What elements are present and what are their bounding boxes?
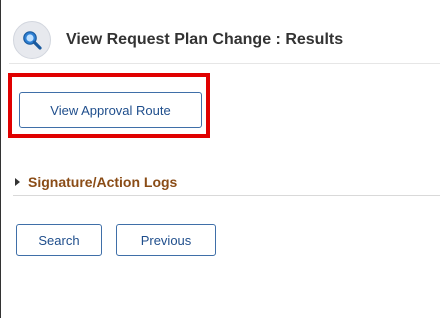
page-frame: View Request Plan Change : Results View … xyxy=(0,0,440,318)
caret-right-icon xyxy=(15,178,20,186)
page-title: View Request Plan Change : Results xyxy=(66,31,344,48)
page-header: View Request Plan Change : Results xyxy=(13,20,343,60)
search-button[interactable]: Search xyxy=(16,224,102,256)
section-label: Signature/Action Logs xyxy=(28,174,178,190)
view-approval-route-button[interactable]: View Approval Route xyxy=(19,92,202,128)
header-divider xyxy=(9,63,440,64)
search-icon xyxy=(13,21,51,59)
section-signature-action-logs[interactable]: Signature/Action Logs xyxy=(15,174,177,190)
section-divider xyxy=(13,195,440,196)
previous-button[interactable]: Previous xyxy=(116,224,216,256)
